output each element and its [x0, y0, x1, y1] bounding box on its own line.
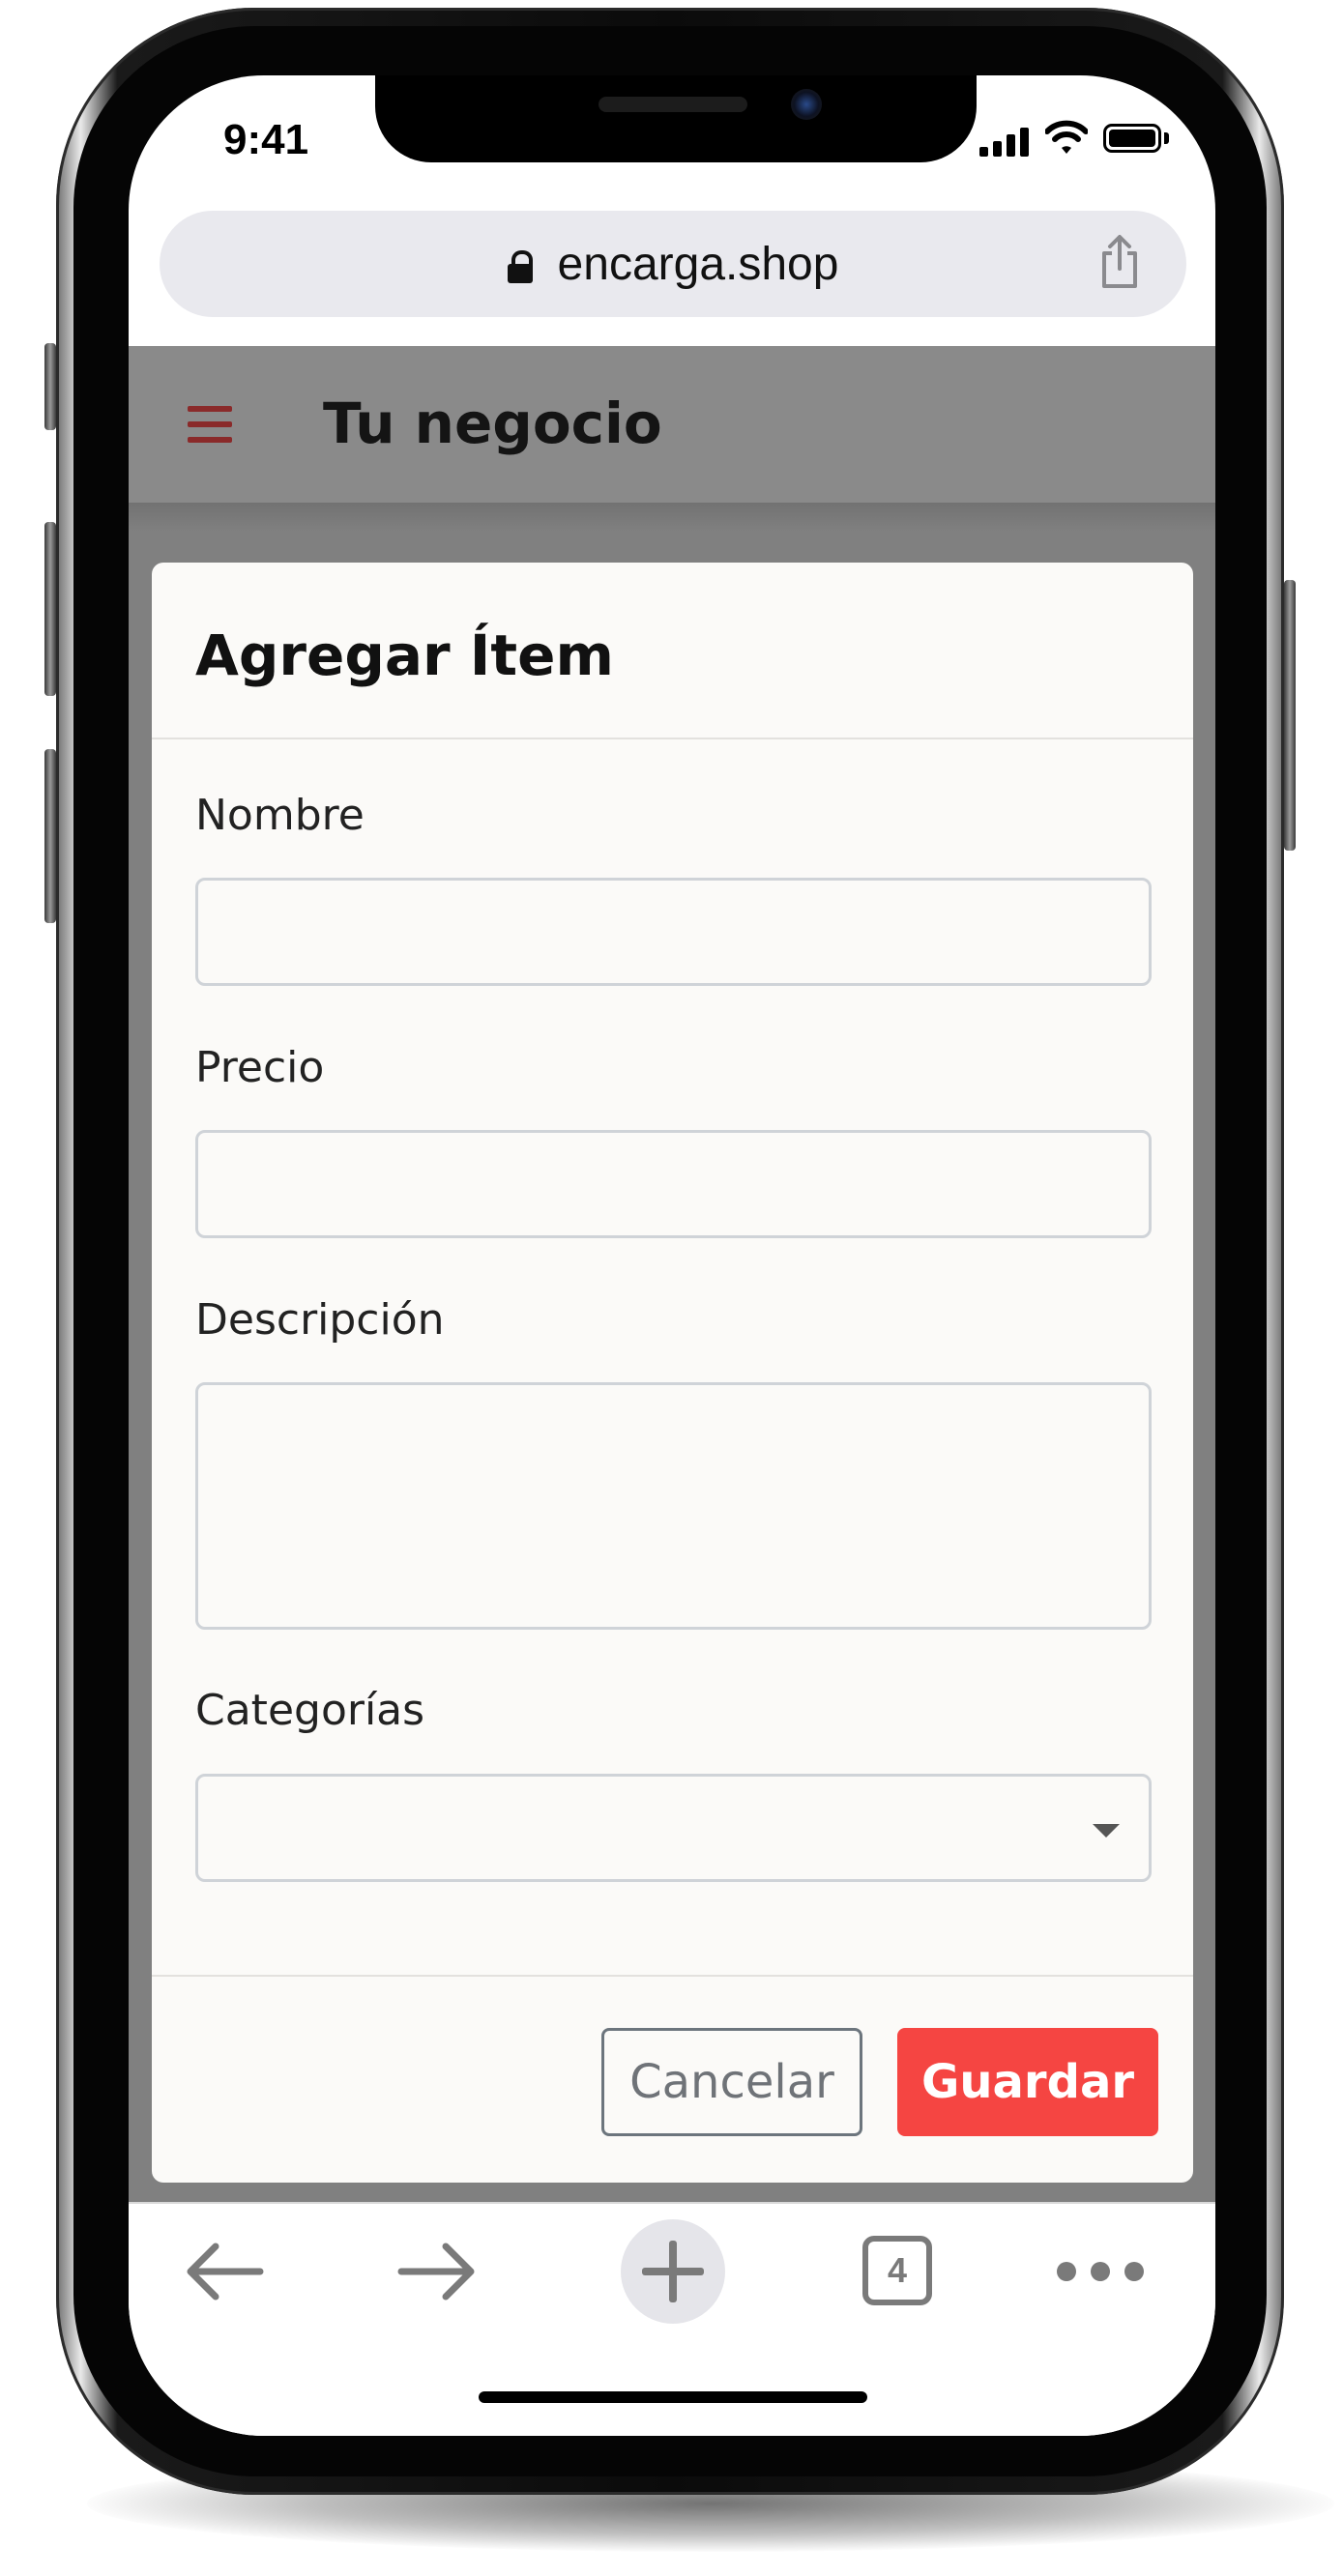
save-button[interactable]: Guardar — [897, 2028, 1158, 2136]
modal-title: Agregar Ítem — [195, 622, 614, 688]
browser-toolbar: 4 — [129, 2202, 1215, 2436]
cellular-signal-icon — [979, 126, 1030, 157]
categories-select[interactable] — [195, 1774, 1152, 1882]
price-label: Precio — [195, 1043, 325, 1092]
notch — [375, 75, 977, 162]
power-button — [1284, 580, 1296, 851]
battery-tip — [1164, 132, 1169, 144]
home-indicator — [479, 2391, 867, 2403]
speaker-grille — [599, 97, 747, 112]
back-arrow-icon[interactable] — [185, 2243, 264, 2301]
status-time: 9:41 — [223, 116, 309, 163]
app-header: Tu negocio — [129, 346, 1215, 503]
add-item-modal: Agregar Ítem Nombre Precio Descripción C… — [152, 563, 1193, 2183]
description-field[interactable] — [195, 1382, 1152, 1630]
more-icon[interactable] — [1057, 2262, 1144, 2281]
forward-arrow-icon[interactable] — [397, 2243, 477, 2301]
categories-label: Categorías — [195, 1686, 425, 1735]
phone-screen: 9:41 encarga.shop Tu negocio Agregar Íte… — [129, 75, 1215, 2436]
address-bar[interactable]: encarga.shop — [160, 211, 1186, 317]
price-field[interactable] — [195, 1130, 1152, 1238]
share-icon[interactable] — [1096, 234, 1143, 290]
front-camera — [791, 89, 822, 120]
volume-up-button — [44, 522, 56, 696]
modal-footer-divider — [152, 1975, 1193, 1977]
new-tab-plus-icon[interactable] — [621, 2219, 725, 2324]
lock-icon — [507, 250, 533, 283]
menu-icon[interactable] — [188, 406, 232, 443]
name-label: Nombre — [195, 791, 365, 840]
url-text: encarga.shop — [557, 238, 839, 290]
chevron-down-icon — [1093, 1824, 1120, 1838]
app-title: Tu negocio — [323, 391, 662, 456]
name-field[interactable] — [195, 878, 1152, 986]
cancel-button[interactable]: Cancelar — [601, 2028, 862, 2136]
tabs-icon[interactable]: 4 — [862, 2236, 932, 2305]
header-shadow — [129, 503, 1215, 532]
battery-icon — [1103, 124, 1161, 153]
modal-header-divider — [152, 738, 1193, 739]
description-label: Descripción — [195, 1295, 445, 1345]
volume-down-button — [44, 749, 56, 923]
wifi-icon — [1045, 120, 1088, 154]
silent-switch — [44, 343, 56, 430]
